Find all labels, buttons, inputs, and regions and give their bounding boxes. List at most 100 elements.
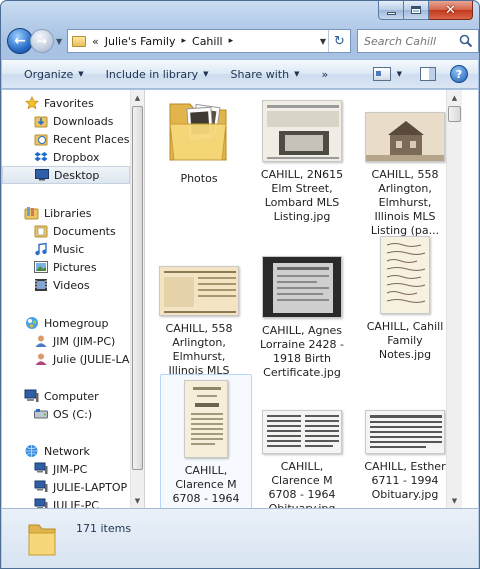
sidebar-item-jim[interactable]: JIM (JIM-PC) xyxy=(2,332,130,350)
sidebar-item-network[interactable]: Network xyxy=(2,442,130,460)
sidebar-item-label: Downloads xyxy=(53,114,114,128)
breadcrumb-item-cahill[interactable]: Cahill xyxy=(192,35,223,48)
search-box[interactable] xyxy=(357,29,479,53)
sidebar-item-julie[interactable]: Julie (JULIE-LAPT xyxy=(2,350,130,368)
music-icon xyxy=(33,242,48,256)
help-icon[interactable]: ? xyxy=(450,65,468,83)
sidebar-item-label: Music xyxy=(53,242,85,256)
include-in-library-button[interactable]: Include in library ▼ xyxy=(106,68,209,81)
file-item-birth-certificate[interactable]: CAHILL, Agnes Lorraine 2428 - 1918 Birth… xyxy=(256,256,348,380)
file-name: CAHILL, Clarence M 6708 - 1964 Obituary.… xyxy=(268,460,336,508)
file-item-clarence-obituary[interactable]: CAHILL, Clarence M 6708 - 1964 Obituary.… xyxy=(256,410,348,508)
more-commands-icon: » xyxy=(321,67,329,81)
file-item-elm-street-listing[interactable]: CAHILL, 2N615 Elm Street, Lombard MLS Li… xyxy=(256,94,348,224)
sidebar-item-libraries[interactable]: Libraries xyxy=(2,204,130,222)
file-name: CAHILL, Clarence M 6708 - 1964 Memorial … xyxy=(172,464,240,508)
breadcrumb-overflow-icon[interactable]: « xyxy=(92,35,99,48)
sidebar-item-videos[interactable]: Videos xyxy=(2,276,130,294)
image-thumbnail xyxy=(365,410,445,454)
star-icon xyxy=(24,96,39,110)
sidebar-item-julie-pc[interactable]: JULIE-PC xyxy=(2,496,130,508)
scroll-down-icon[interactable]: ▼ xyxy=(131,493,144,508)
scroll-up-icon[interactable]: ▲ xyxy=(131,90,144,105)
scroll-down-icon[interactable]: ▼ xyxy=(447,493,462,508)
view-controls: ▼ ? xyxy=(372,65,468,83)
organize-button[interactable]: Organize ▼ xyxy=(24,68,84,81)
share-with-label: Share with xyxy=(230,67,290,81)
item-count: 171 items xyxy=(76,522,132,535)
sidebar-item-label: JULIE-LAPTOP xyxy=(53,480,128,494)
view-options-chevron-icon[interactable]: ▼ xyxy=(397,70,402,78)
sidebar-item-julie-laptop[interactable]: JULIE-LAPTOP xyxy=(2,478,130,496)
breadcrumb-separator-icon[interactable]: ▸ xyxy=(181,36,186,46)
breadcrumb-separator-icon[interactable]: ▸ xyxy=(229,36,234,46)
sidebar-item-dropbox[interactable]: Dropbox xyxy=(2,148,130,166)
file-name: CAHILL, Cahill Family Notes.jpg xyxy=(366,320,444,361)
scroll-up-icon[interactable]: ▲ xyxy=(447,90,462,105)
breadcrumb-item-julies-family[interactable]: Julie's Family xyxy=(105,35,176,48)
user-icon xyxy=(33,352,48,366)
chevron-down-icon: ▼ xyxy=(203,70,209,78)
refresh-icon[interactable]: ↻ xyxy=(328,30,350,52)
user-icon xyxy=(33,334,48,348)
sidebar-item-os-drive[interactable]: OS (C:) xyxy=(2,405,130,423)
sidebar-item-label: JIM-PC xyxy=(53,462,88,476)
network-computer-icon xyxy=(33,462,48,476)
dropbox-icon xyxy=(33,150,48,164)
file-name: Photos xyxy=(180,172,218,185)
sidebar-item-jim-pc[interactable]: JIM-PC xyxy=(2,460,130,478)
scrollbar-thumb[interactable] xyxy=(448,106,461,122)
search-input[interactable] xyxy=(364,34,454,48)
sidebar-item-homegroup[interactable]: Homegroup xyxy=(2,314,130,332)
close-button[interactable]: ✕ xyxy=(429,1,473,20)
pictures-icon xyxy=(33,260,48,274)
maximize-button[interactable] xyxy=(404,1,429,20)
recent-places-icon xyxy=(33,132,48,146)
sidebar-item-downloads[interactable]: Downloads xyxy=(2,112,130,130)
file-list-scrollbar[interactable]: ▲ ▼ xyxy=(446,90,462,508)
file-item-memorial-card[interactable]: CAHILL, Clarence M 6708 - 1964 Memorial … xyxy=(160,374,252,508)
details-pane: 171 items xyxy=(2,508,478,568)
scrollbar-thumb[interactable] xyxy=(132,106,143,470)
sidebar-item-label: Documents xyxy=(53,224,116,238)
forward-button[interactable]: → xyxy=(30,29,54,53)
image-thumbnail xyxy=(262,410,342,454)
sidebar-item-desktop[interactable]: Desktop xyxy=(2,166,130,184)
minimize-icon xyxy=(386,11,396,15)
minimize-button[interactable] xyxy=(378,1,404,20)
more-commands-button[interactable]: » xyxy=(321,68,328,81)
file-item-photos-folder[interactable]: Photos xyxy=(153,94,245,186)
address-bar[interactable]: « Julie's Family ▸ Cahill ▸ ▼ ↻ xyxy=(67,29,351,53)
image-thumbnail xyxy=(262,100,342,162)
file-item-arlington-photo[interactable]: CAHILL, 558 Arlington, Elmhurst, Illinoi… xyxy=(359,94,451,238)
search-icon[interactable] xyxy=(459,34,473,48)
computer-icon xyxy=(24,389,39,403)
file-item-family-notes[interactable]: CAHILL, Cahill Family Notes.jpg xyxy=(359,236,451,362)
file-item-esther-obituary[interactable]: CAHILL, Esther 6711 - 1994 Obituary.jpg xyxy=(359,410,451,502)
sidebar-item-pictures[interactable]: Pictures xyxy=(2,258,130,276)
sidebar-item-label: JULIE-PC xyxy=(53,498,99,509)
downloads-folder-icon xyxy=(33,114,48,128)
change-view-icon[interactable] xyxy=(372,67,391,81)
sidebar-item-documents[interactable]: Documents xyxy=(2,222,130,240)
sidebar-item-music[interactable]: Music xyxy=(2,240,130,258)
image-thumbnail xyxy=(262,256,342,318)
libraries-icon xyxy=(24,206,39,220)
navigation-pane-scrollbar[interactable]: ▲ ▼ xyxy=(130,90,145,508)
preview-pane-icon[interactable] xyxy=(420,67,436,81)
command-bar: Organize ▼ Include in library ▼ Share wi… xyxy=(2,59,478,89)
sidebar-item-recent-places[interactable]: Recent Places xyxy=(2,130,130,148)
share-with-button[interactable]: Share with ▼ xyxy=(231,68,300,81)
documents-icon xyxy=(33,224,48,238)
sidebar-item-computer[interactable]: Computer xyxy=(2,387,130,405)
image-thumbnail xyxy=(159,266,239,316)
file-item-arlington-listing-sheet[interactable]: CAHILL, 558 Arlington, Elmhurst, Illinoi… xyxy=(153,260,245,392)
file-list: Photos CAHILL, 2N615 Elm Street, Lombard… xyxy=(146,90,462,508)
include-in-library-label: Include in library xyxy=(105,67,199,81)
caption-buttons: ✕ xyxy=(378,1,473,21)
arrow-right-icon: → xyxy=(36,34,48,48)
file-name: CAHILL, Agnes Lorraine 2428 - 1918 Birth… xyxy=(259,324,344,379)
address-dropdown-icon[interactable]: ▼ xyxy=(320,37,326,46)
sidebar-item-label: OS (C:) xyxy=(53,407,93,421)
sidebar-item-favorites[interactable]: Favorites xyxy=(2,94,130,112)
